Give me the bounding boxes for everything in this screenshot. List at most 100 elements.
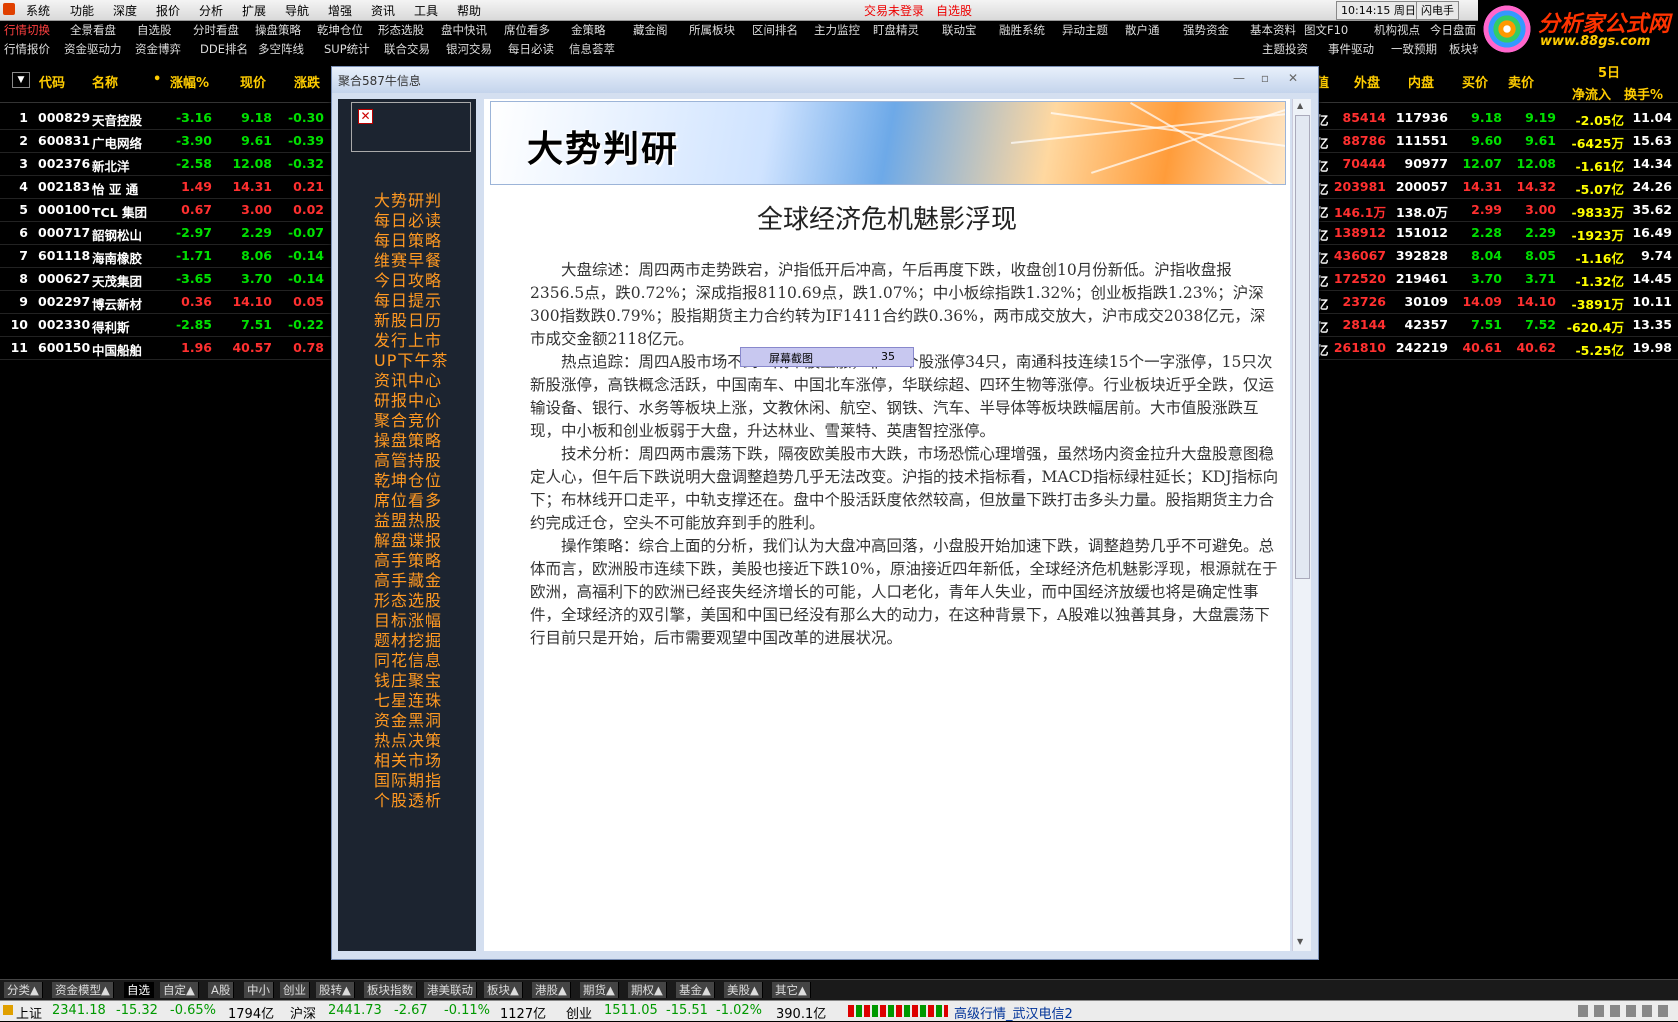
- menu-enhance[interactable]: 增强: [328, 2, 352, 19]
- toolbar-item[interactable]: 事件驱动: [1328, 41, 1374, 57]
- toolbar-item[interactable]: 席位看多: [504, 22, 550, 38]
- menu-tools[interactable]: 工具: [414, 2, 438, 19]
- toolbar-item[interactable]: 全景看盘: [70, 22, 116, 38]
- menu-help[interactable]: 帮助: [457, 2, 481, 19]
- scroll-thumb[interactable]: [1295, 115, 1310, 579]
- menu-system[interactable]: 系统: [26, 2, 50, 19]
- col-inner[interactable]: 内盘: [1408, 72, 1434, 91]
- toolbar-item[interactable]: 资金博弈: [135, 41, 181, 57]
- market-tab[interactable]: 港美联动: [424, 982, 477, 998]
- toolbar-item[interactable]: 图文F10: [1304, 22, 1348, 38]
- scroll-down-icon[interactable]: ▼: [1297, 937, 1303, 946]
- col-change[interactable]: 涨跌: [294, 72, 320, 91]
- app-icon[interactable]: [3, 3, 15, 15]
- toolbar-item[interactable]: 金策略: [571, 22, 606, 38]
- menu-navigate[interactable]: 导航: [285, 2, 309, 19]
- hs-index-label[interactable]: 沪深: [290, 1003, 316, 1022]
- market-tab[interactable]: 期权▲: [628, 982, 667, 998]
- toolbar-item[interactable]: 所属板块: [689, 22, 735, 38]
- col-name[interactable]: 名称: [92, 72, 118, 91]
- toolbar-item[interactable]: 强势资金: [1183, 22, 1229, 38]
- toolbar-item[interactable]: 机构视点: [1374, 22, 1420, 38]
- toolbar-item[interactable]: 多空阵线: [258, 41, 304, 57]
- menu-function[interactable]: 功能: [70, 2, 94, 19]
- toolbar-item[interactable]: 行情切换: [4, 22, 50, 38]
- minimize-icon[interactable]: —: [1228, 70, 1250, 86]
- market-tab[interactable]: 分类▲: [4, 982, 43, 998]
- col-price[interactable]: 现价: [240, 72, 266, 91]
- toolbar-item[interactable]: 今日盘面: [1430, 22, 1476, 38]
- menu-news[interactable]: 资讯: [371, 2, 395, 19]
- toolbar-item[interactable]: 行情报价: [4, 41, 50, 57]
- market-tab[interactable]: 股转▲: [316, 982, 355, 998]
- col-turnover[interactable]: 换手%: [1624, 84, 1663, 103]
- col-net-inflow[interactable]: 净流入: [1572, 84, 1611, 103]
- market-tab[interactable]: 资金模型▲: [52, 982, 114, 998]
- dialog-titlebar[interactable]: 聚合587牛信息 — ▫ ✕: [332, 67, 1318, 93]
- market-tab[interactable]: 自选: [124, 982, 154, 998]
- trade-login-status[interactable]: 交易未登录: [864, 2, 924, 19]
- menu-quote[interactable]: 报价: [156, 2, 180, 19]
- toolbar-item[interactable]: 操盘策略: [255, 22, 301, 38]
- market-tab[interactable]: 自定▲: [160, 982, 199, 998]
- cell-price: 9.18: [241, 110, 272, 125]
- sort-dropdown-icon[interactable]: ▼: [12, 72, 30, 88]
- menu-analysis[interactable]: 分析: [199, 2, 223, 19]
- market-tab[interactable]: 其它▲: [772, 982, 811, 998]
- col-outer[interactable]: 外盘: [1354, 72, 1380, 91]
- toolbar-item[interactable]: 乾坤仓位: [317, 22, 363, 38]
- close-icon[interactable]: ✕: [1282, 70, 1304, 86]
- toolbar-item[interactable]: 主题投资: [1262, 41, 1308, 57]
- article-scrollbar[interactable]: ▲ ▼: [1292, 99, 1311, 951]
- market-tab[interactable]: 板块▲: [484, 982, 523, 998]
- toolbar-item[interactable]: 资金驱动力: [64, 41, 122, 57]
- toolbar-item[interactable]: DDE排名: [200, 41, 248, 57]
- toolbar-item[interactable]: 区间排名: [752, 22, 798, 38]
- market-tab[interactable]: 美股▲: [724, 982, 763, 998]
- toolbar-item[interactable]: 盘中快讯: [441, 22, 487, 38]
- cell-outer: 172520: [1333, 271, 1386, 286]
- server-name[interactable]: 高级行情_武汉电信2: [954, 1003, 1073, 1022]
- info-dialog: 聚合587牛信息 — ▫ ✕ ✕ 大势研判 每日必读 每日策略 维赛早餐 今日攻略 每日提…: [331, 66, 1319, 960]
- toolbar-item[interactable]: 信息荟萃: [569, 41, 615, 57]
- menu-depth[interactable]: 深度: [113, 2, 137, 19]
- market-tab[interactable]: 港股▲: [532, 982, 571, 998]
- market-tab[interactable]: A股: [208, 982, 235, 998]
- menu-extend[interactable]: 扩展: [242, 2, 266, 19]
- maximize-icon[interactable]: ▫: [1254, 70, 1276, 86]
- nav-item[interactable]: 个股透析: [374, 787, 442, 811]
- toolbar-item[interactable]: 自选股: [137, 22, 172, 38]
- market-tab[interactable]: 基金▲: [676, 982, 715, 998]
- cy-index-label[interactable]: 创业: [566, 1003, 592, 1022]
- toolbar-item[interactable]: 每日必读: [508, 41, 554, 57]
- scroll-up-icon[interactable]: ▲: [1297, 101, 1303, 110]
- toolbar-item[interactable]: 一致预期: [1391, 41, 1437, 57]
- toolbar-item[interactable]: 异动主题: [1062, 22, 1108, 38]
- cell-turn: 19.98: [1632, 340, 1672, 355]
- market-tab[interactable]: 中小: [244, 982, 274, 998]
- sh-index-label[interactable]: 上证: [16, 1003, 42, 1022]
- toolbar-item[interactable]: 银河交易: [446, 41, 492, 57]
- market-tab[interactable]: 期货▲: [580, 982, 619, 998]
- self-stock-link[interactable]: 自选股: [936, 2, 972, 19]
- market-tab[interactable]: 板块指数: [364, 982, 417, 998]
- toolbar-item[interactable]: 主力监控: [814, 22, 860, 38]
- toolbar-item[interactable]: 形态选股: [378, 22, 424, 38]
- flash-trade-button[interactable]: 闪电手: [1416, 1, 1459, 20]
- col-5day[interactable]: 5日: [1598, 62, 1620, 81]
- toolbar-item[interactable]: 盯盘精灵: [873, 22, 919, 38]
- col-bid[interactable]: 买价: [1462, 72, 1488, 91]
- toolbar-item[interactable]: SUP统计: [324, 41, 370, 57]
- toolbar-item[interactable]: 融胜系统: [999, 22, 1045, 38]
- toolbar-item[interactable]: 联动宝: [942, 22, 977, 38]
- col-ask[interactable]: 卖价: [1508, 72, 1534, 91]
- col-code[interactable]: 代码: [39, 72, 65, 91]
- toolbar-item[interactable]: 分时看盘: [193, 22, 239, 38]
- toolbar-item[interactable]: 散户通: [1125, 22, 1160, 38]
- col-pct[interactable]: 涨幅%: [170, 72, 209, 91]
- toolbar-item[interactable]: 藏金阁: [633, 22, 668, 38]
- toolbar-item[interactable]: 联合交易: [384, 41, 430, 57]
- toolbar-item[interactable]: 基本资料: [1250, 22, 1296, 38]
- market-tab[interactable]: 创业: [280, 982, 310, 998]
- status-tray-icons[interactable]: [1578, 1005, 1668, 1017]
